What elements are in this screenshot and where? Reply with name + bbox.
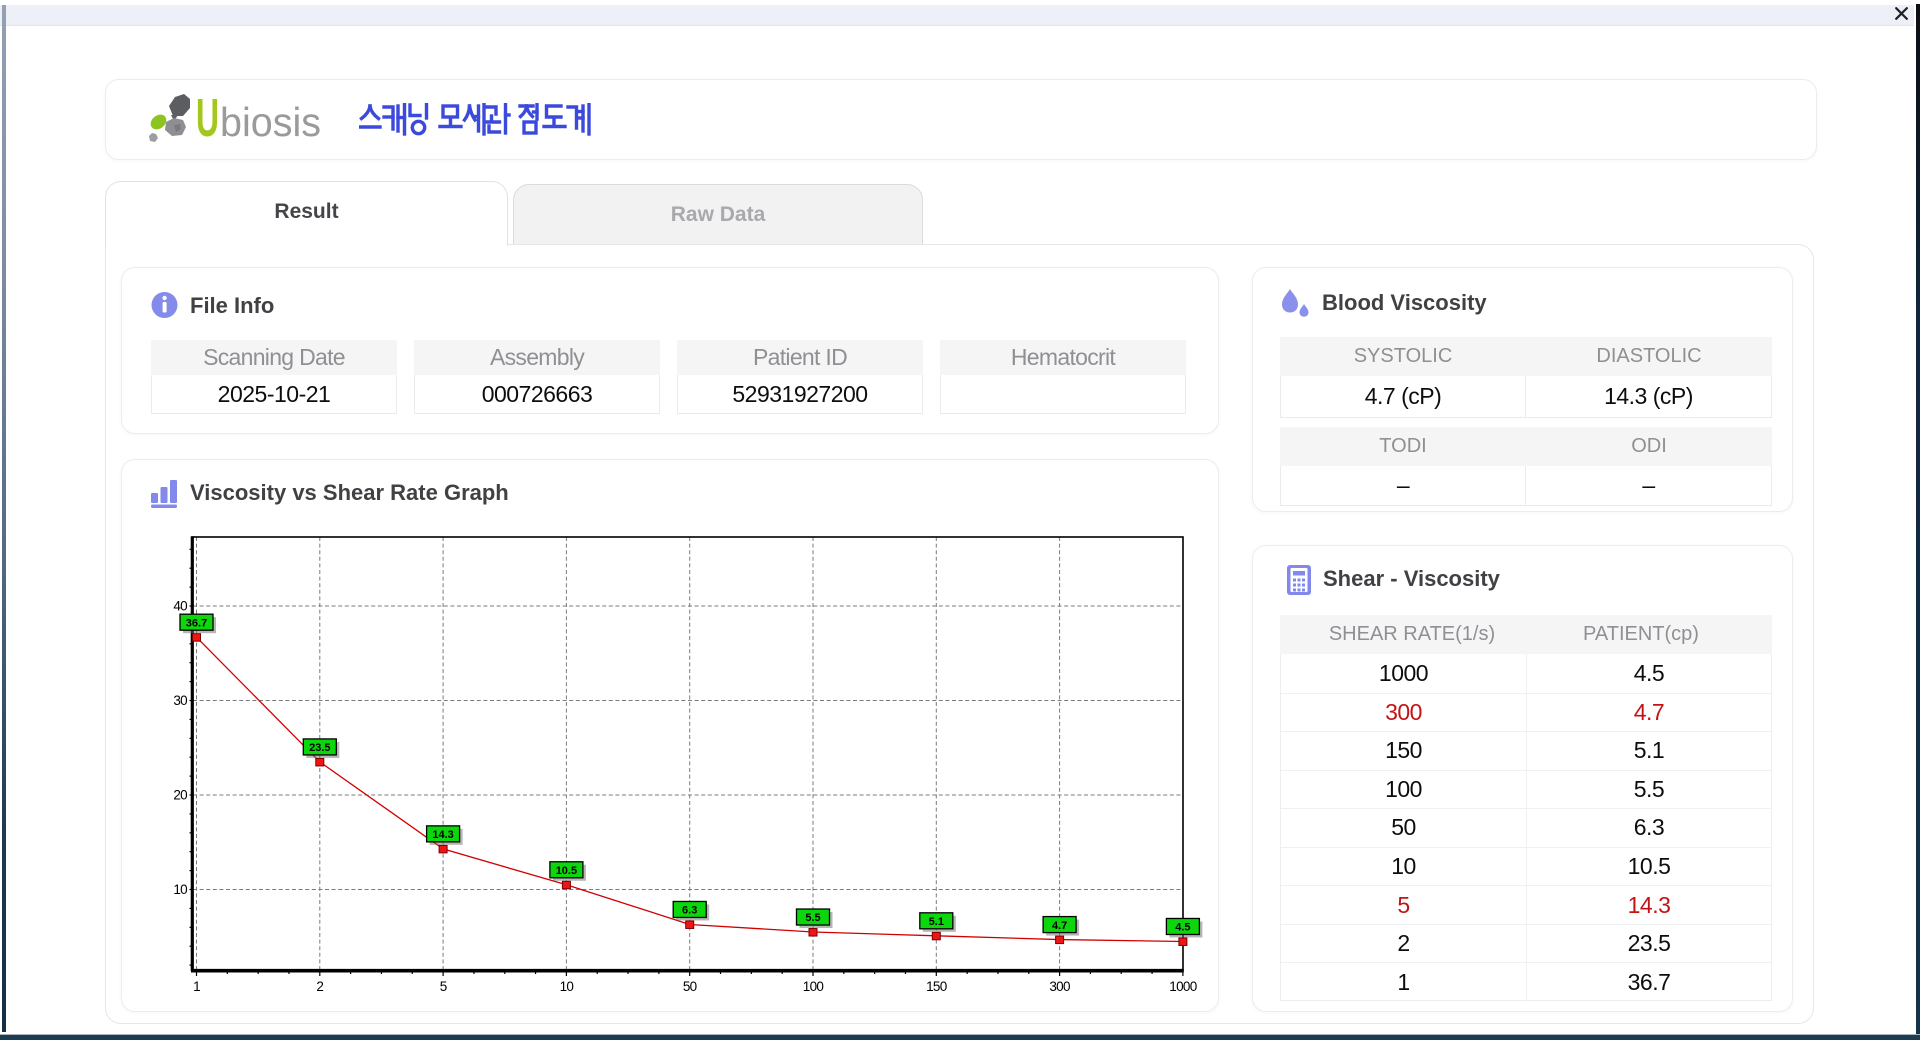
svg-text:40: 40 <box>173 599 187 614</box>
svg-text:23.5: 23.5 <box>309 742 330 754</box>
svg-text:2: 2 <box>316 979 323 994</box>
svg-text:10: 10 <box>173 882 187 897</box>
svg-text:30: 30 <box>173 693 187 708</box>
svg-text:100: 100 <box>803 979 824 994</box>
svg-text:1000: 1000 <box>1169 979 1196 994</box>
svg-text:10: 10 <box>560 979 574 994</box>
svg-text:150: 150 <box>926 979 947 994</box>
svg-text:300: 300 <box>1049 979 1070 994</box>
svg-text:50: 50 <box>683 979 697 994</box>
svg-text:20: 20 <box>173 788 187 803</box>
svg-text:5: 5 <box>440 979 447 994</box>
svg-text:1: 1 <box>193 979 200 994</box>
svg-text:10.5: 10.5 <box>556 865 577 877</box>
svg-text:biosis: biosis <box>220 99 321 144</box>
svg-text:14.3: 14.3 <box>432 829 453 841</box>
svg-text:4.7: 4.7 <box>1052 920 1067 932</box>
svg-text:4.5: 4.5 <box>1175 922 1190 934</box>
svg-text:5.1: 5.1 <box>929 916 944 928</box>
svg-text:5.5: 5.5 <box>805 912 820 924</box>
svg-text:36.7: 36.7 <box>186 617 207 629</box>
svg-text:6.3: 6.3 <box>682 905 697 917</box>
svg-text:U: U <box>196 88 219 144</box>
